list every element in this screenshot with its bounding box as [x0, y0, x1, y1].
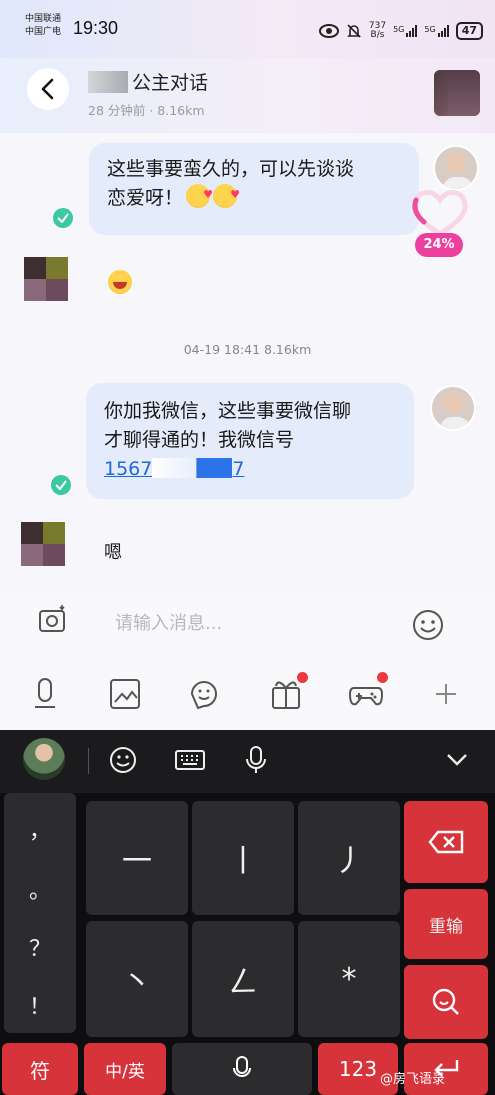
key-stroke-pie[interactable]: 丿	[298, 801, 400, 915]
last-seen-label: 28 分钟前 · 8.16km	[88, 103, 205, 118]
message-bubble-sent[interactable]: 你加我微信，这些事要微信聊 才聊得通的！我微信号 1567 7	[86, 383, 414, 499]
eye-icon	[318, 24, 339, 38]
keyboard-toolbar	[0, 730, 495, 793]
status-bar: 中国联通 中国广电 19:30 737 B/s 5G 5G 47	[0, 0, 495, 58]
contact-avatar[interactable]	[434, 70, 480, 116]
emoji-icon[interactable]	[108, 745, 138, 775]
message-list[interactable]: 这些事要蛮久的，可以先谈谈 恋爱呀！ 24% 04-19 18:41 8.16k…	[0, 133, 495, 593]
key-stroke-dian[interactable]: 丶	[86, 921, 188, 1037]
composer: 请输入消息...	[0, 593, 495, 658]
mic-icon	[233, 1056, 251, 1077]
lang-switch-key[interactable]: 中/英	[84, 1043, 166, 1095]
signal-icon: 5G	[393, 25, 418, 37]
clock: 19:30	[73, 18, 119, 38]
search-key[interactable]	[404, 965, 488, 1039]
keyboard-icon[interactable]	[174, 745, 206, 775]
carrier-1: 中国联通	[25, 14, 62, 24]
composer-toolbar	[0, 658, 495, 730]
chevron-left-icon	[41, 78, 54, 100]
redacted-name	[88, 71, 128, 93]
key-stroke-heng[interactable]: 一	[86, 801, 188, 915]
sticker-icon[interactable]	[186, 676, 222, 712]
status-icons: 737 B/s 5G 5G 47	[318, 21, 483, 40]
carrier-2: 中国广电	[25, 27, 62, 37]
reset-key[interactable]: 重输	[404, 889, 488, 959]
mute-bell-icon	[346, 24, 361, 38]
my-avatar[interactable]	[430, 385, 476, 431]
chevron-down-icon[interactable]	[446, 752, 468, 768]
message-text: 才聊得通的！我微信号	[104, 429, 295, 451]
emoji-search-icon	[432, 988, 459, 1015]
symbols-key[interactable]: 符	[2, 1043, 78, 1095]
signal-icon: 5G	[424, 25, 449, 37]
back-button[interactable]	[27, 68, 69, 110]
carrier-label: 中国联通 中国广电	[25, 13, 61, 39]
message-text-received: 嗯	[104, 542, 122, 563]
read-check-icon	[51, 475, 71, 495]
laughing-emoji-icon	[108, 270, 132, 294]
voice-icon[interactable]	[27, 676, 63, 712]
heart-face-emoji-icon	[186, 180, 213, 209]
key-period[interactable]: 。	[4, 873, 76, 905]
mic-icon[interactable]	[243, 745, 269, 775]
key-comma[interactable]: ，	[4, 813, 76, 845]
key-wildcard[interactable]: *	[298, 921, 400, 1037]
game-button[interactable]	[348, 672, 388, 712]
image-icon[interactable]	[107, 676, 143, 712]
battery-icon: 47	[455, 22, 483, 40]
message-text: 恋爱呀！	[107, 187, 184, 209]
camera-icon[interactable]	[38, 605, 68, 633]
message-bubble-sent[interactable]: 这些事要蛮久的，可以先谈谈 恋爱呀！	[89, 143, 419, 235]
backspace-icon	[428, 830, 464, 854]
chat-header: 公主对话 28 分钟前 · 8.16km	[0, 58, 495, 133]
keyboard-skin-avatar[interactable]	[23, 738, 65, 780]
key-stroke-shu[interactable]: 丨	[192, 801, 294, 915]
space-key[interactable]	[172, 1043, 312, 1095]
intimacy-percent-badge: 24%	[415, 233, 463, 257]
message-text: 你加我微信，这些事要微信聊	[104, 400, 352, 422]
watermark: @房飞语录	[380, 1072, 446, 1087]
phone-number-link[interactable]: 1567 7	[104, 455, 396, 484]
key-question[interactable]: ？	[4, 931, 76, 963]
key-stroke-zhe[interactable]: ㄥ	[192, 921, 294, 1037]
divider	[88, 748, 89, 774]
message-timestamp: 04-19 18:41 8.16km	[183, 342, 312, 357]
intimacy-heart-icon[interactable]	[410, 188, 470, 238]
gift-button[interactable]	[268, 672, 308, 712]
plus-icon[interactable]	[428, 676, 464, 712]
redacted-digits	[152, 458, 233, 478]
contact-avatar[interactable]	[21, 522, 65, 566]
read-check-icon	[53, 208, 73, 228]
message-text: 这些事要蛮久的，可以先谈谈	[107, 158, 355, 180]
contact-avatar[interactable]	[24, 257, 68, 301]
my-avatar[interactable]	[433, 145, 479, 191]
key-exclaim[interactable]: ！	[4, 989, 76, 1021]
heart-face-emoji-icon	[213, 180, 240, 209]
net-speed: 737 B/s	[368, 21, 387, 40]
page-title: 公主对话	[88, 68, 208, 95]
keyboard: ， 。 ？ ！ 一 丨 丿 丶 ㄥ * 重输 符 中/英 123	[0, 793, 495, 1095]
punctuation-column[interactable]: ， 。 ？ ！	[4, 793, 76, 1033]
notification-dot	[297, 672, 308, 683]
delete-key[interactable]	[404, 801, 488, 883]
emoji-icon[interactable]	[412, 609, 444, 641]
notification-dot	[377, 672, 388, 683]
message-input[interactable]: 请输入消息...	[115, 609, 222, 635]
